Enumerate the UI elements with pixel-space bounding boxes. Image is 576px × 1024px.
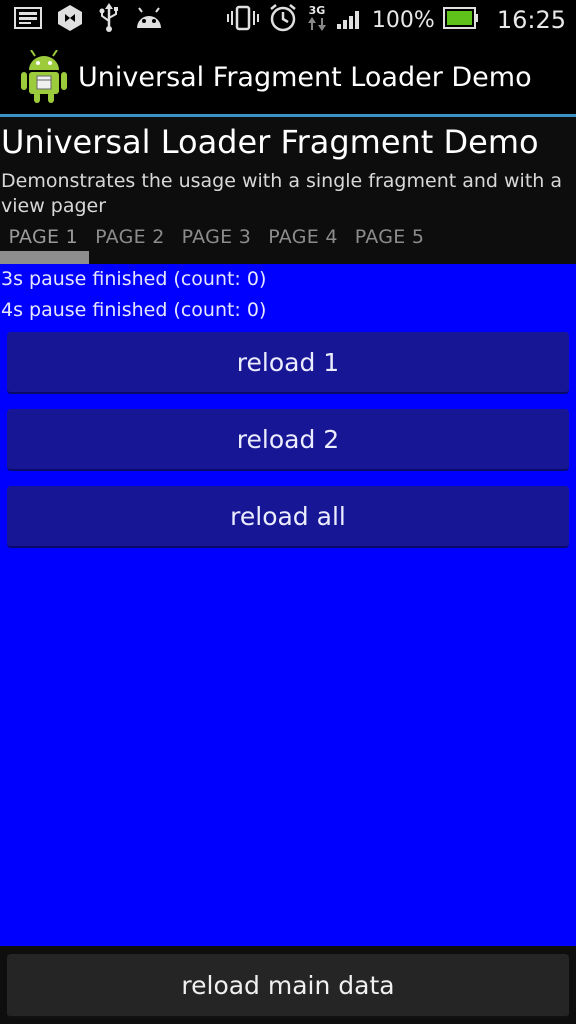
clock: 16:25 — [496, 6, 566, 34]
tab-page-3[interactable]: PAGE 3 — [173, 223, 260, 259]
status-line-3s: 3s pause finished (count: 0) — [1, 268, 267, 290]
notification-icons — [0, 3, 164, 37]
tab-indicator — [0, 251, 89, 264]
network-3g-icon: 3G — [306, 5, 328, 35]
app-notification-icon — [56, 4, 84, 36]
vibrate-icon — [226, 5, 260, 35]
android-robot-icon[interactable] — [20, 49, 68, 104]
status-bar: 3G 100% 16:25 — [0, 0, 576, 40]
battery-percent: 100% — [371, 7, 435, 33]
action-bar-title: Universal Fragment Loader Demo — [78, 61, 532, 93]
usb-icon — [98, 3, 120, 37]
tab-page-4[interactable]: PAGE 4 — [260, 223, 347, 259]
app-screen: 3G 100% 16:25 Universal Fragment Loader … — [0, 0, 576, 1024]
tab-page-2[interactable]: PAGE 2 — [87, 223, 174, 259]
system-status-icons: 3G 100% 16:25 — [226, 3, 576, 37]
reload-1-button[interactable]: reload 1 — [7, 332, 569, 394]
alarm-icon — [268, 3, 298, 37]
action-bar: Universal Fragment Loader Demo — [0, 40, 576, 114]
page-title: Universal Loader Fragment Demo — [1, 123, 539, 161]
header-area: Universal Loader Fragment Demo Demonstra… — [0, 117, 576, 264]
battery-icon — [442, 7, 479, 33]
fragment-content: 3s pause finished (count: 0) 4s pause fi… — [0, 264, 576, 946]
footer-bar: reload main data — [0, 946, 576, 1024]
android-debug-icon — [134, 6, 164, 34]
status-line-4s: 4s pause finished (count: 0) — [1, 299, 267, 321]
reload-2-button[interactable]: reload 2 — [7, 409, 569, 471]
reload-all-button[interactable]: reload all — [7, 486, 569, 548]
page-description: Demonstrates the usage with a single fra… — [1, 170, 563, 217]
network-type-label: 3G — [308, 4, 326, 17]
tab-page-5[interactable]: PAGE 5 — [346, 223, 433, 259]
screenshot-icon — [14, 7, 42, 33]
signal-icon — [336, 6, 364, 34]
reload-main-data-button[interactable]: reload main data — [7, 954, 569, 1018]
